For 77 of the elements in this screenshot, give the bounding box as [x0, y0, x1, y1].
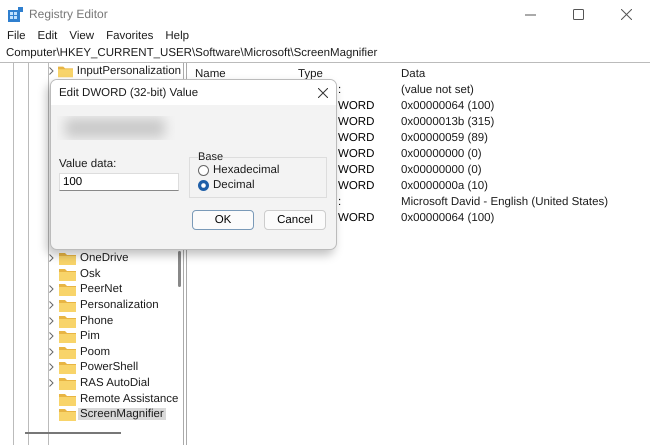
chevron-icon[interactable]	[49, 379, 54, 388]
dialog-button[interactable]: Cancel	[264, 210, 326, 230]
tree-item[interactable]: RAS AutoDial	[78, 377, 152, 390]
dialog-title: Edit DWORD (32-bit) Value	[59, 86, 200, 98]
table-cell-text: 0x0000013b (315)	[401, 116, 496, 128]
chevron-icon[interactable]	[49, 332, 54, 340]
table-cell: WORD	[338, 180, 374, 192]
chevron-icon[interactable]	[49, 254, 54, 262]
tree-item[interactable]: Pim	[78, 330, 102, 342]
table-cell-text: 0x00000059 (89)	[401, 132, 489, 144]
table-cell-text: (value not set)	[401, 84, 475, 96]
table-cell: WORD	[338, 116, 374, 128]
tree-item[interactable]: Phone	[78, 314, 116, 327]
folder-icon	[59, 392, 76, 406]
folder-icon	[59, 282, 76, 296]
column-header[interactable]: Data	[401, 68, 650, 80]
value-data-field[interactable]: 100	[59, 173, 179, 191]
tree-item[interactable]: Poom	[78, 346, 112, 358]
maximize-icon[interactable]	[572, 8, 584, 20]
menu-item[interactable]: Help	[165, 30, 190, 42]
table-cell: WORD	[338, 132, 374, 144]
menu-item[interactable]: Edit	[38, 30, 58, 42]
folder-icon	[59, 251, 76, 266]
menu-item[interactable]: Favorites	[106, 30, 154, 42]
table-cell: WORD	[338, 212, 374, 224]
menu-item[interactable]: File	[7, 30, 26, 42]
column-header[interactable]: Name	[195, 68, 298, 80]
chevron-icon[interactable]	[49, 285, 54, 294]
field-label: Value data:	[59, 158, 118, 170]
close-icon[interactable]	[318, 88, 328, 98]
scrollbar[interactable]	[25, 432, 121, 434]
radio-button[interactable]	[198, 180, 209, 190]
tree-item[interactable]: PeerNet	[78, 283, 124, 296]
radio-label[interactable]: Hexadecimal	[213, 164, 280, 176]
radio-label[interactable]: Decimal	[213, 179, 255, 191]
registry-icon	[8, 6, 23, 22]
dialog-button[interactable]: OK	[192, 210, 254, 230]
table-cell: :	[338, 84, 342, 96]
table-cell-text: Microsoft David - English (United States)	[401, 196, 610, 208]
chevron-icon[interactable]	[49, 348, 54, 356]
folder-icon	[59, 298, 76, 312]
chevron-icon[interactable]	[49, 363, 54, 372]
address-bar[interactable]: Computer\HKEY_CURRENT_USER\Software\Microsoft\ScreenMagnifier	[6, 47, 378, 59]
chevron-icon[interactable]	[49, 66, 54, 75]
window-title: Registry Editor	[29, 7, 108, 21]
radio-button[interactable]	[198, 164, 209, 176]
tree-item[interactable]: OneDrive	[78, 252, 131, 264]
table-cell-text: 0x00000000 (0)	[401, 164, 483, 176]
folder-icon	[59, 407, 76, 422]
tree-item[interactable]: InputPersonalization	[74, 64, 183, 77]
table-cell: WORD	[338, 148, 374, 160]
folder-icon	[59, 266, 76, 281]
table-cell: :	[338, 196, 342, 208]
table-cell-text: 0x00000064 (100)	[401, 100, 496, 112]
table-cell-text: 0x0000000a (10)	[401, 180, 489, 192]
tree-item[interactable]: ScreenMagnifier	[78, 408, 166, 420]
tree-item[interactable]: Remote Assistance	[78, 392, 180, 405]
folder-icon	[59, 360, 76, 374]
folder-icon	[59, 314, 76, 328]
group-label: Base	[198, 151, 224, 163]
folder-icon	[59, 329, 76, 344]
table-cell: WORD	[338, 100, 374, 112]
chevron-icon[interactable]	[49, 301, 54, 310]
tree-item[interactable]: PowerShell	[78, 361, 140, 374]
table-cell-text: 0x00000000 (0)	[401, 148, 483, 160]
tree-item[interactable]: Personalization	[78, 299, 161, 312]
column-header[interactable]: Type	[298, 68, 401, 80]
folder-icon	[58, 64, 73, 78]
chevron-icon[interactable]	[49, 316, 54, 325]
table-cell-text: 0x00000064 (100)	[401, 212, 496, 224]
scrollbar[interactable]	[178, 251, 181, 287]
folder-icon	[59, 376, 76, 390]
tree-item[interactable]: Osk	[78, 268, 102, 280]
table-cell: WORD	[338, 164, 374, 176]
close-icon[interactable]	[620, 8, 632, 20]
folder-icon	[59, 344, 76, 359]
menu-item[interactable]: View	[69, 30, 94, 42]
